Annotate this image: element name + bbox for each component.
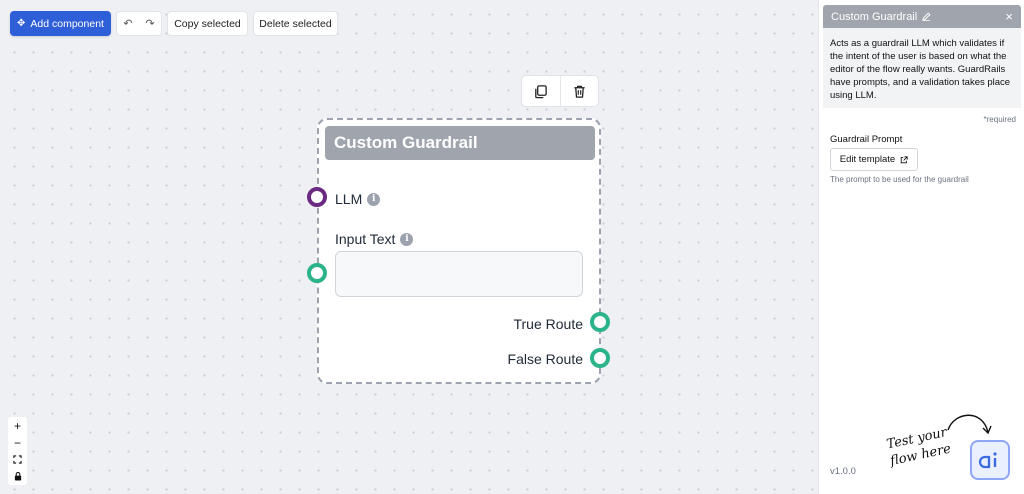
panel-title: Custom Guardrail xyxy=(831,10,918,23)
guardrail-prompt-label: Guardrail Prompt xyxy=(830,134,903,145)
lock-button[interactable] xyxy=(14,468,22,485)
add-component-button[interactable]: ✥ Add component xyxy=(10,11,111,36)
fit-view-icon xyxy=(13,455,22,464)
panel-description: Acts as a guardrail LLM which validates … xyxy=(823,28,1021,108)
custom-guardrail-node[interactable]: Custom Guardrail LLM i Input Text i True… xyxy=(317,118,601,384)
fit-view-button[interactable] xyxy=(13,451,22,468)
llm-field: LLM i xyxy=(335,191,381,207)
ai-icon xyxy=(978,452,997,469)
true-route-handle[interactable] xyxy=(590,312,610,332)
zoom-in-button[interactable]: + xyxy=(14,417,21,434)
sparkle-icon: ✥ xyxy=(17,18,26,29)
input-text-field: Input Text i xyxy=(335,231,414,247)
lock-icon xyxy=(14,472,21,481)
copy-selected-label: Copy selected xyxy=(174,17,241,30)
delete-selected-label: Delete selected xyxy=(259,17,332,30)
close-icon[interactable]: × xyxy=(1005,9,1013,24)
trash-icon xyxy=(574,85,585,98)
true-route-label: True Route xyxy=(513,316,583,332)
panel-title-group: Custom Guardrail xyxy=(831,11,931,23)
llm-label: LLM xyxy=(335,191,363,207)
required-note: *required xyxy=(983,115,1016,124)
node-actions xyxy=(521,75,599,107)
external-link-icon xyxy=(900,155,908,163)
copy-icon xyxy=(535,84,548,98)
false-route-handle[interactable] xyxy=(590,348,610,368)
zoom-controls: + − xyxy=(8,417,27,485)
input-text-box[interactable] xyxy=(335,251,583,297)
undo-icon[interactable]: ↶ xyxy=(123,17,132,30)
delete-selected-button[interactable]: Delete selected xyxy=(253,11,338,36)
undo-redo-group: ↶ ↷ xyxy=(116,11,162,36)
test-flow-ai-button[interactable] xyxy=(970,440,1010,480)
panel-header: Custom Guardrail × xyxy=(823,5,1021,28)
add-component-label: Add component xyxy=(30,17,104,30)
edit-template-button[interactable]: Edit template xyxy=(830,148,918,171)
edit-template-label: Edit template xyxy=(839,154,896,165)
guardrail-prompt-hint: The prompt to be used for the guardrail xyxy=(830,175,969,184)
info-icon[interactable]: i xyxy=(367,192,381,206)
curved-arrow-icon xyxy=(947,414,992,435)
delete-node-button[interactable] xyxy=(559,76,599,106)
node-title: Custom Guardrail xyxy=(325,126,595,160)
edit-pencil-icon[interactable] xyxy=(922,12,931,21)
redo-icon[interactable]: ↷ xyxy=(145,17,154,30)
copy-selected-button[interactable]: Copy selected xyxy=(167,11,248,36)
false-route-label: False Route xyxy=(507,351,583,367)
version-label: v1.0.0 xyxy=(830,466,856,477)
llm-input-handle[interactable] xyxy=(307,187,327,207)
input-text-handle[interactable] xyxy=(307,263,327,283)
input-text-label: Input Text xyxy=(335,231,396,247)
info-icon[interactable]: i xyxy=(400,232,414,246)
duplicate-node-button[interactable] xyxy=(522,76,560,106)
zoom-out-button[interactable]: − xyxy=(14,434,21,451)
